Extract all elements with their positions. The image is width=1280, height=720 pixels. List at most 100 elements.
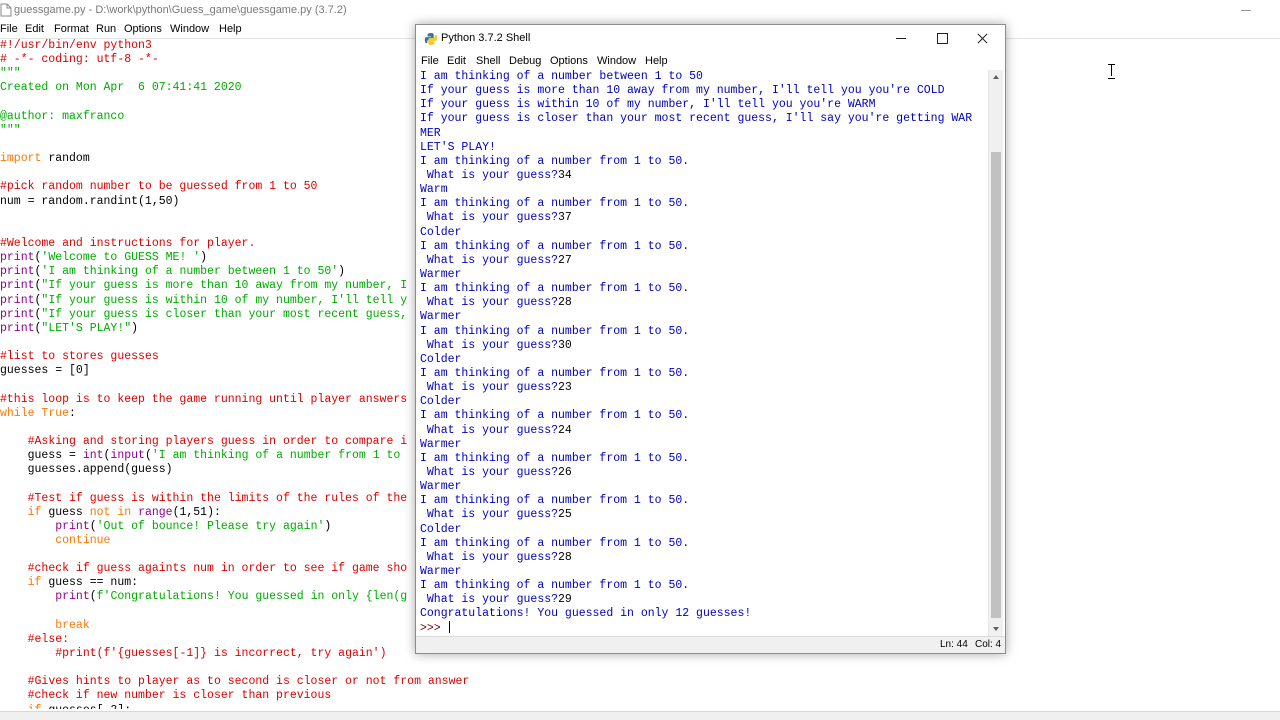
editor-menu-window[interactable]: Window (170, 23, 209, 35)
shell-output-line: Warmer (420, 268, 992, 282)
shell-output-line: Colder (420, 226, 992, 240)
code-token: input (110, 449, 145, 463)
shell-output-text: What is your guess? (420, 296, 559, 310)
code-token: "If your guess is closer than your most … (41, 307, 408, 321)
shell-output-text: What is your guess? (420, 423, 559, 437)
editor-menu-edit[interactable]: Edit (25, 23, 44, 35)
shell-output-line: If your guess is more than 10 away from … (420, 84, 992, 98)
shell-scrollbar[interactable] (988, 70, 1003, 636)
shell-menu-shell[interactable]: Shell (476, 55, 500, 67)
shell-output-line: I am thinking of a number from 1 to 50. (420, 409, 992, 423)
shell-prompt-line[interactable]: >>> (420, 621, 992, 635)
shell-output-text: I am thinking of a number between 1 to 5… (420, 70, 703, 83)
code-token: (1,51): (172, 505, 221, 519)
shell-menu-help[interactable]: Help (645, 55, 668, 67)
code-token: ) (324, 519, 332, 533)
code-token: #check if guess againts num in order to … (27, 562, 408, 576)
shell-output-text: Warmer (420, 437, 462, 451)
code-token: random (41, 152, 90, 166)
shell-output-text: Warm (420, 183, 448, 197)
shell-output-text: Warmer (420, 267, 462, 281)
shell-output-text: I am thinking of a number from 1 to 50. (420, 324, 690, 338)
shell-output-text: Colder (420, 225, 462, 239)
shell-output-line: LET'S PLAY! (420, 141, 992, 155)
editor-minimize-button[interactable] (1238, 2, 1254, 18)
shell-menu-file[interactable]: File (421, 55, 439, 67)
shell-output-line: Warmer (420, 480, 992, 494)
shell-output-line: I am thinking of a number from 1 to 50. (420, 197, 992, 211)
code-token: #print(f'{guesses[-1]} is incorrect, try… (55, 647, 387, 661)
code-token: "If your guess is more than 10 away from… (41, 279, 408, 293)
shell-output-line: If your guess is closer than your most r… (420, 112, 992, 126)
code-token: if (27, 505, 42, 519)
shell-output-line: I am thinking of a number from 1 to 50. (420, 452, 992, 466)
shell-output-line: I am thinking of a number from 1 to 50. (420, 537, 992, 551)
code-token: #list to stores guesses (0, 350, 159, 364)
shell-output-line: Warmer (420, 438, 992, 452)
shell-menu-debug[interactable]: Debug (509, 55, 541, 67)
shell-menu-edit[interactable]: Edit (447, 55, 466, 67)
code-token: #!/usr/bin/env python3 (0, 39, 152, 52)
shell-output-text: I am thinking of a number from 1 to 50. (420, 197, 690, 211)
code-token: ) (200, 251, 208, 265)
shell-output-line: Colder (420, 523, 992, 537)
shell-output-text: What is your guess? (420, 338, 559, 352)
python-shell-icon (424, 33, 438, 45)
status-column-number: Col: 4 (975, 639, 1002, 650)
editor-title-bar: guessgame.py - D:\work\python\Guess_game… (0, 0, 1280, 22)
scrollbar-thumb[interactable] (991, 152, 1001, 618)
code-token: ( (89, 519, 97, 533)
editor-menu-run[interactable]: Run (96, 23, 116, 35)
editor-menu-options[interactable]: Options (124, 23, 162, 35)
code-token: if (28, 704, 42, 709)
scroll-down-icon[interactable] (989, 622, 1004, 636)
shell-output-line: What is your guess?37 (420, 211, 992, 225)
user-guess-input: 28 (558, 296, 572, 310)
editor-menu-help[interactable]: Help (219, 23, 242, 35)
status-line-number: Ln: 44 (940, 639, 968, 650)
code-token: print (0, 307, 35, 321)
shell-output-text: LET'S PLAY! (420, 140, 496, 154)
shell-output-line: What is your guess?28 (420, 551, 992, 565)
shell-output-line: What is your guess?28 (420, 296, 992, 310)
code-token: f'Congratulations! You guessed in only {… (96, 590, 408, 604)
shell-output-text: I am thinking of a number from 1 to 50. (420, 451, 690, 465)
code-token: print (0, 279, 35, 293)
scroll-up-icon[interactable] (989, 70, 1004, 84)
shell-menu-window[interactable]: Window (597, 55, 636, 67)
shell-menu-options[interactable]: Options (550, 55, 588, 67)
shell-output-text: I am thinking of a number from 1 to 50. (420, 579, 690, 593)
code-token: #else: (27, 632, 70, 646)
code-token: ( (89, 590, 97, 604)
shell-output-text: What is your guess? (420, 168, 559, 182)
code-token: #Asking and storing players guess in ord… (27, 434, 408, 448)
maximize-icon[interactable] (922, 25, 962, 53)
editor-menu-file[interactable]: File (0, 23, 18, 35)
code-token: print (55, 519, 90, 533)
code-token: guess (41, 505, 90, 519)
shell-output-text: Colder (420, 522, 462, 536)
minimize-icon[interactable] (881, 25, 921, 53)
shell-status-bar: Ln: 44 Col: 4 (416, 636, 1005, 653)
shell-output-line: What is your guess?24 (420, 424, 992, 438)
user-guess-input: 26 (558, 465, 572, 479)
user-guess-input: 28 (558, 550, 572, 564)
shell-title-bar[interactable]: Python 3.7.2 Shell (416, 25, 1005, 53)
shell-output-text: Warmer (420, 310, 462, 324)
close-icon[interactable] (963, 25, 1003, 53)
code-token: print (0, 265, 35, 279)
shell-output-line: What is your guess?30 (420, 339, 992, 353)
shell-output-text: I am thinking of a number from 1 to 50. (420, 282, 690, 296)
shell-output-area[interactable]: I am thinking of a number between 1 to 5… (420, 70, 992, 637)
shell-output-line: What is your guess?27 (420, 254, 992, 268)
shell-output-text: Congratulations! You guessed in only 12 … (420, 607, 752, 621)
code-token: """ (0, 67, 21, 81)
shell-menu-bar: File Edit Shell Debug Options Window Hel… (416, 53, 1005, 70)
shell-output-text: What is your guess? (420, 381, 559, 395)
editor-menu-format[interactable]: Format (54, 23, 89, 35)
